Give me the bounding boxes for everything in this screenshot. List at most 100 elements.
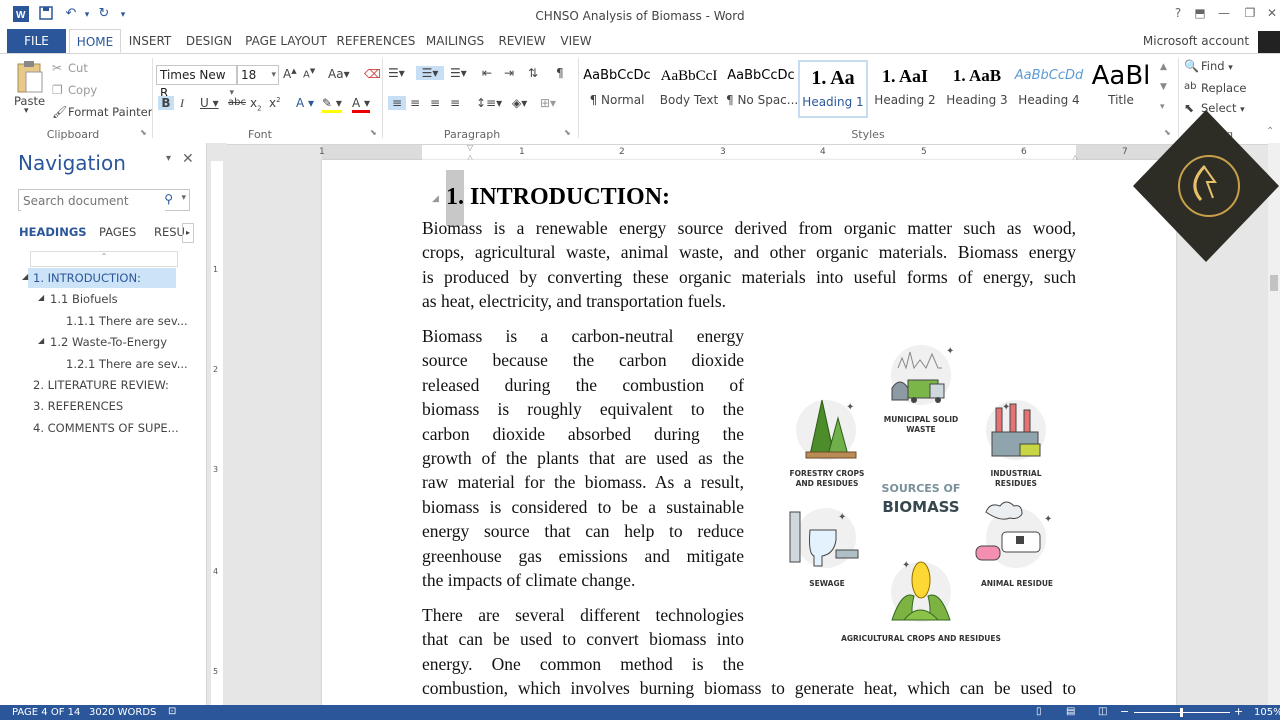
decrease-indent-icon[interactable]: ⇤ (482, 66, 492, 80)
paste-dropdown-icon[interactable]: ▾ (24, 106, 29, 116)
document-page[interactable]: ◢ 1. INTRODUCTION: Biomass is a renewabl… (322, 160, 1176, 705)
restore-icon[interactable]: ❐ (1240, 6, 1260, 24)
heading-item-1[interactable]: 1. INTRODUCTION: (33, 271, 141, 285)
page-count[interactable]: PAGE 4 OF 14 (12, 707, 80, 718)
pane-options-icon[interactable]: ▾ (166, 153, 171, 164)
copy-button[interactable]: Copy (68, 83, 97, 97)
highlight-icon[interactable]: ✎ ▾ (322, 96, 342, 113)
paste-button[interactable]: Paste (14, 94, 45, 108)
search-input[interactable] (21, 191, 165, 211)
scrollbar-thumb[interactable] (1270, 275, 1278, 291)
tab-insert[interactable]: INSERT (125, 29, 175, 53)
align-right-icon[interactable]: ≡ (430, 96, 440, 110)
show-formatting-icon[interactable]: ¶ (556, 66, 564, 80)
style-heading-3[interactable]: 1. AaB Heading 3 (942, 60, 1012, 118)
search-box[interactable]: ⚲ ▾ (18, 189, 190, 211)
clipboard-launcher-icon[interactable]: ⬊ (140, 128, 147, 137)
horizontal-ruler[interactable]: 1 1 2 3 4 5 6 7 ▽ △ △ (319, 143, 1176, 162)
clear-formatting-icon[interactable]: ⌫ (364, 67, 381, 81)
subscript-icon[interactable]: x2 (250, 96, 262, 112)
superscript-icon[interactable]: x2 (269, 96, 281, 110)
close-window-icon[interactable]: ✕ (1262, 6, 1280, 24)
style-heading-2[interactable]: 1. AaI Heading 2 (870, 60, 940, 118)
avatar[interactable] (1258, 31, 1280, 53)
biomass-sources-figure[interactable]: ✦ ✦ ✦ ✦ ✦ ✦ MUNICIPAL SOLID WASTE FORESTRY C… (780, 340, 1070, 650)
zoom-slider-thumb[interactable] (1180, 708, 1183, 717)
tab-file[interactable]: FILE (7, 29, 66, 53)
minimize-icon[interactable]: — (1214, 6, 1234, 24)
paragraph-3[interactable]: There are several different technologies… (422, 603, 744, 676)
style-heading-1[interactable]: 1. Aa Heading 1 (798, 60, 868, 118)
tab-review[interactable]: REVIEW (496, 29, 548, 53)
shading-icon[interactable]: ◈▾ (512, 96, 527, 110)
word-count[interactable]: 3020 WORDS (89, 707, 156, 718)
bullets-icon[interactable]: ☰▾ (388, 66, 405, 80)
strikethrough-icon[interactable]: abc (228, 97, 246, 108)
justify-icon[interactable]: ≡ (450, 96, 460, 110)
replace-button[interactable]: Replace (1201, 81, 1247, 95)
numbering-icon[interactable]: ☰▾ (416, 66, 444, 80)
tab-view[interactable]: VIEW (556, 29, 596, 53)
styles-scroll-down-icon[interactable]: ▼ (1160, 82, 1167, 92)
paste-icon[interactable] (14, 60, 46, 96)
format-painter-button[interactable]: Format Painter (68, 105, 152, 119)
collapse-icon[interactable]: ◢ (38, 293, 44, 302)
zoom-in-icon[interactable]: + (1234, 705, 1243, 718)
first-line-indent-icon[interactable]: ▽ (467, 143, 473, 152)
tab-design[interactable]: DESIGN (182, 29, 236, 53)
font-name-box[interactable]: Times New R ▾ (156, 65, 237, 100)
read-mode-icon[interactable]: ▯ (1036, 706, 1042, 717)
shrink-font-icon[interactable]: A▼ (303, 67, 315, 80)
collapse-heading-icon[interactable]: ◢ (432, 194, 439, 204)
collapse-icon[interactable]: ◢ (38, 336, 44, 345)
web-layout-icon[interactable]: ◫ (1098, 706, 1107, 717)
align-center-icon[interactable]: ≡ (410, 96, 420, 110)
tab-headings[interactable]: HEADINGS (19, 225, 87, 239)
sort-icon[interactable]: ⇅ (528, 66, 538, 80)
paragraph-2[interactable]: Biomass is a carbon-neutral energy sourc… (422, 324, 744, 592)
tab-references[interactable]: REFERENCES (336, 29, 416, 53)
paragraph-1[interactable]: Biomass is a renewable energy source der… (422, 216, 1076, 314)
cut-button[interactable]: Cut (68, 61, 88, 75)
heading-item-1-1[interactable]: 1.1 Biofuels (50, 292, 118, 306)
tab-mailings[interactable]: MAILINGS (424, 29, 486, 53)
paragraph-launcher-icon[interactable]: ⬊ (564, 128, 571, 137)
grow-font-icon[interactable]: A▲ (283, 67, 297, 81)
heading-item-1-1-1[interactable]: 1.1.1 There are sev... (66, 314, 188, 328)
italic-icon[interactable]: I (180, 96, 184, 111)
print-layout-icon[interactable]: ▤ (1066, 706, 1075, 717)
search-options-icon[interactable]: ▾ (181, 193, 186, 203)
account-button[interactable]: Microsoft account ▾ (1140, 29, 1252, 72)
multilevel-list-icon[interactable]: ☰▾ (450, 66, 467, 80)
heading-item-2[interactable]: 2. LITERATURE REVIEW: (33, 378, 169, 392)
help-icon[interactable]: ? (1168, 6, 1188, 24)
proofing-icon[interactable]: ⊡ (168, 706, 176, 717)
vertical-ruler[interactable]: 1 2 3 4 5 (207, 143, 227, 705)
text-line[interactable]: combustion, which involves burning bioma… (422, 676, 1076, 700)
tab-home[interactable]: HOME (69, 29, 121, 53)
find-button[interactable]: Find ▾ (1201, 59, 1233, 73)
heading-item-1-2-1[interactable]: 1.2.1 There are sev... (66, 357, 188, 371)
heading-item-4[interactable]: 4. COMMENTS OF SUPE... (33, 421, 179, 435)
heading-introduction[interactable]: 1. INTRODUCTION: (446, 185, 670, 210)
underline-icon[interactable]: U ▾ (200, 96, 219, 110)
increase-indent-icon[interactable]: ⇥ (504, 66, 514, 80)
tab-pages[interactable]: PAGES (99, 225, 136, 239)
zoom-level[interactable]: 105% (1254, 707, 1280, 718)
bold-icon[interactable]: B (158, 96, 174, 110)
zoom-out-icon[interactable]: − (1120, 705, 1129, 718)
heading-item-3[interactable]: 3. REFERENCES (33, 399, 123, 413)
line-spacing-icon[interactable]: ↕≡▾ (476, 96, 502, 110)
heading-item-1-2[interactable]: 1.2 Waste-To-Energy (50, 335, 167, 349)
tab-results[interactable]: RESU (154, 225, 185, 239)
tab-page-layout[interactable]: PAGE LAYOUT (244, 29, 328, 53)
close-pane-icon[interactable]: ✕ (182, 151, 194, 167)
tabs-scroll-right-icon[interactable]: ▸ (182, 223, 194, 243)
borders-icon[interactable]: ⊞▾ (540, 96, 556, 110)
styles-scroll-up-icon[interactable]: ▲ (1160, 62, 1167, 72)
font-color-icon[interactable]: A ▾ (352, 96, 371, 113)
style-normal[interactable]: AaBbCcDc ¶ Normal (582, 60, 652, 118)
change-case-icon[interactable]: Aa▾ (328, 67, 350, 81)
text-effects-icon[interactable]: A ▾ (296, 96, 314, 110)
align-left-icon[interactable]: ≡ (388, 96, 406, 110)
